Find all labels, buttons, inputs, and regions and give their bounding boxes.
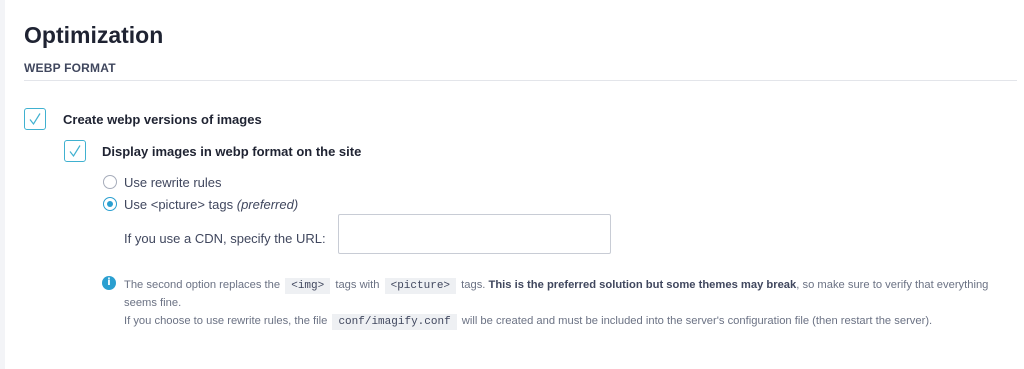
create-webp-checkbox[interactable] <box>24 108 46 130</box>
display-webp-checkbox[interactable] <box>64 140 86 162</box>
rewrite-rules-label[interactable]: Use rewrite rules <box>124 175 222 190</box>
section-label: WEBP FORMAT <box>24 61 116 75</box>
help-warning: This is the preferred solution but some … <box>488 279 797 291</box>
display-webp-label[interactable]: Display images in webp format on the sit… <box>102 144 361 159</box>
settings-panel: Optimization WEBP FORMAT Create webp ver… <box>5 0 1024 369</box>
help-text: The second option replaces the <img> tag… <box>124 276 1014 330</box>
radio-selected-dot <box>107 201 113 207</box>
picture-tags-label-main: Use <picture> tags <box>124 197 234 212</box>
code-conf-file: conf/imagify.conf <box>332 314 457 330</box>
picture-tags-label[interactable]: Use <picture> tags (preferred) <box>124 197 298 212</box>
page-title: Optimization <box>24 22 164 48</box>
checkmark-icon <box>29 113 41 126</box>
code-picture: <picture> <box>384 278 457 294</box>
help-line-1: The second option replaces the <img> tag… <box>124 278 989 309</box>
rewrite-rules-radio[interactable] <box>103 175 117 189</box>
picture-tags-label-note: (preferred) <box>236 197 299 212</box>
picture-tags-radio[interactable] <box>103 197 117 211</box>
checkmark-icon <box>69 145 81 158</box>
section-divider <box>24 80 1017 81</box>
cdn-url-input[interactable] <box>338 214 611 254</box>
create-webp-label[interactable]: Create webp versions of images <box>63 112 262 127</box>
info-icon: i <box>102 276 116 290</box>
help-line-2: If you choose to use rewrite rules, the … <box>124 314 933 330</box>
code-img: <img> <box>285 278 331 294</box>
cdn-url-label: If you use a CDN, specify the URL: <box>124 231 326 246</box>
